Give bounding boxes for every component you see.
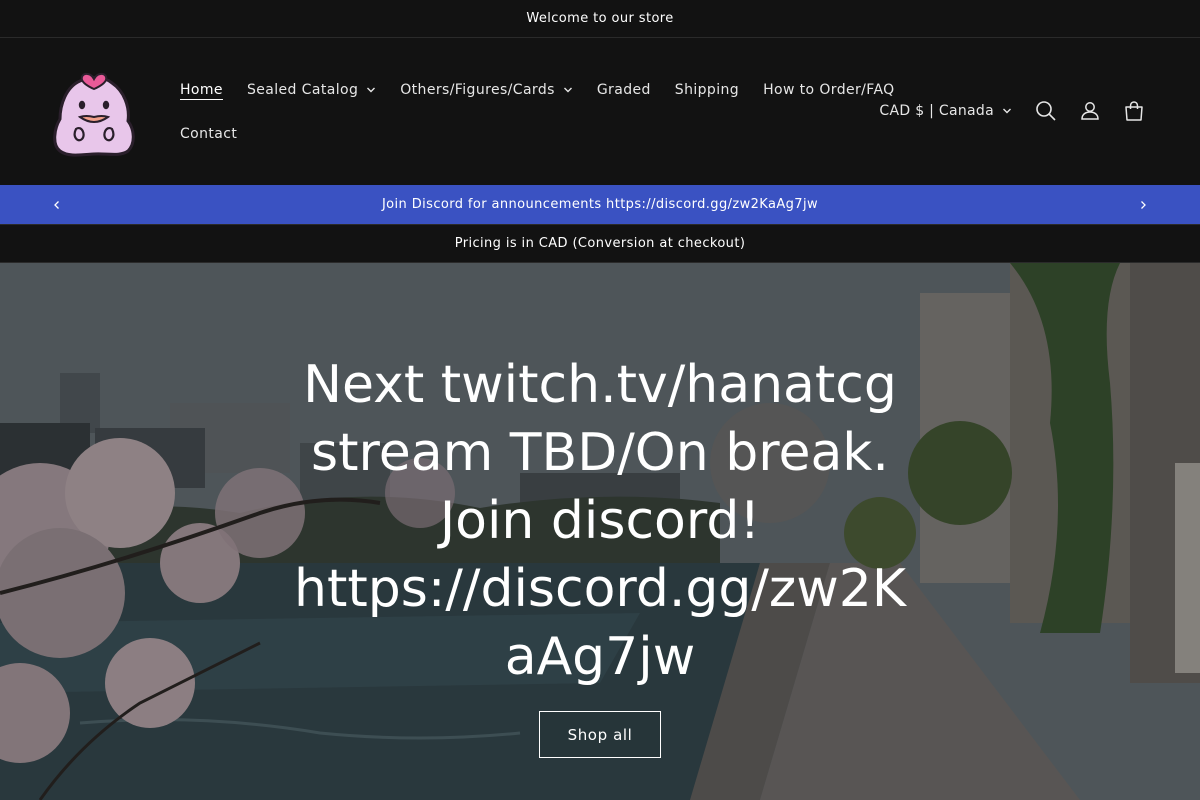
- ghost-mascot-icon: [53, 72, 135, 157]
- welcome-text: Welcome to our store: [526, 11, 674, 26]
- nav-sealed-catalog-label: Sealed Catalog: [246, 82, 359, 98]
- cart-button[interactable]: [1112, 89, 1156, 133]
- announcement-topbar: Welcome to our store: [0, 0, 1200, 38]
- store-logo[interactable]: [46, 65, 142, 161]
- shop-all-button[interactable]: Shop all: [539, 711, 661, 758]
- pricing-text: Pricing is in CAD (Conversion at checkou…: [454, 236, 746, 251]
- chevron-down-icon: [1003, 108, 1011, 114]
- announcement-next-button[interactable]: [1123, 185, 1163, 224]
- site-header: Home Sealed Catalog Others/Figures/Cards…: [0, 39, 1200, 185]
- chevron-left-icon: [54, 200, 59, 209]
- chevron-down-icon: [367, 87, 376, 93]
- nav-others-figures-cards[interactable]: Others/Figures/Cards: [388, 75, 585, 105]
- currency-country-selector[interactable]: CAD $ | Canada: [879, 103, 1012, 119]
- search-icon: [1036, 101, 1056, 121]
- nav-how-to-order-label: How to Order/FAQ: [763, 82, 895, 98]
- nav-graded[interactable]: Graded: [585, 75, 663, 105]
- nav-graded-label: Graded: [596, 82, 651, 98]
- nav-home-label: Home: [180, 82, 223, 98]
- chevron-down-icon: [563, 87, 572, 93]
- announcement-bar: Join Discord for announcements https://d…: [0, 185, 1200, 224]
- nav-sealed-catalog[interactable]: Sealed Catalog: [235, 75, 388, 105]
- header-actions: CAD $ | Canada: [879, 91, 1156, 131]
- nav-contact-label: Contact: [180, 126, 238, 142]
- nav-shipping-label: Shipping: [674, 82, 740, 98]
- chevron-right-icon: [1141, 200, 1146, 209]
- nav-others-label: Others/Figures/Cards: [400, 82, 555, 98]
- cart-icon: [1125, 101, 1143, 121]
- nav-contact[interactable]: Contact: [168, 119, 249, 149]
- main-nav: Home Sealed Catalog Others/Figures/Cards…: [168, 75, 907, 105]
- main-nav-row-2: Contact: [168, 119, 249, 149]
- search-button[interactable]: [1024, 89, 1068, 133]
- pricing-bar: Pricing is in CAD (Conversion at checkou…: [0, 224, 1200, 263]
- nav-home[interactable]: Home: [168, 75, 235, 105]
- account-icon: [1081, 102, 1099, 120]
- account-button[interactable]: [1068, 89, 1112, 133]
- announcement-prev-button[interactable]: [37, 185, 77, 224]
- announcement-text[interactable]: Join Discord for announcements https://d…: [382, 197, 818, 212]
- locale-label: CAD $ | Canada: [879, 103, 994, 119]
- hero-banner: Next twitch.tv/hanatcg stream TBD/On bre…: [0, 263, 1200, 800]
- nav-shipping[interactable]: Shipping: [663, 75, 751, 105]
- hero-title: Next twitch.tv/hanatcg stream TBD/On bre…: [294, 355, 906, 687]
